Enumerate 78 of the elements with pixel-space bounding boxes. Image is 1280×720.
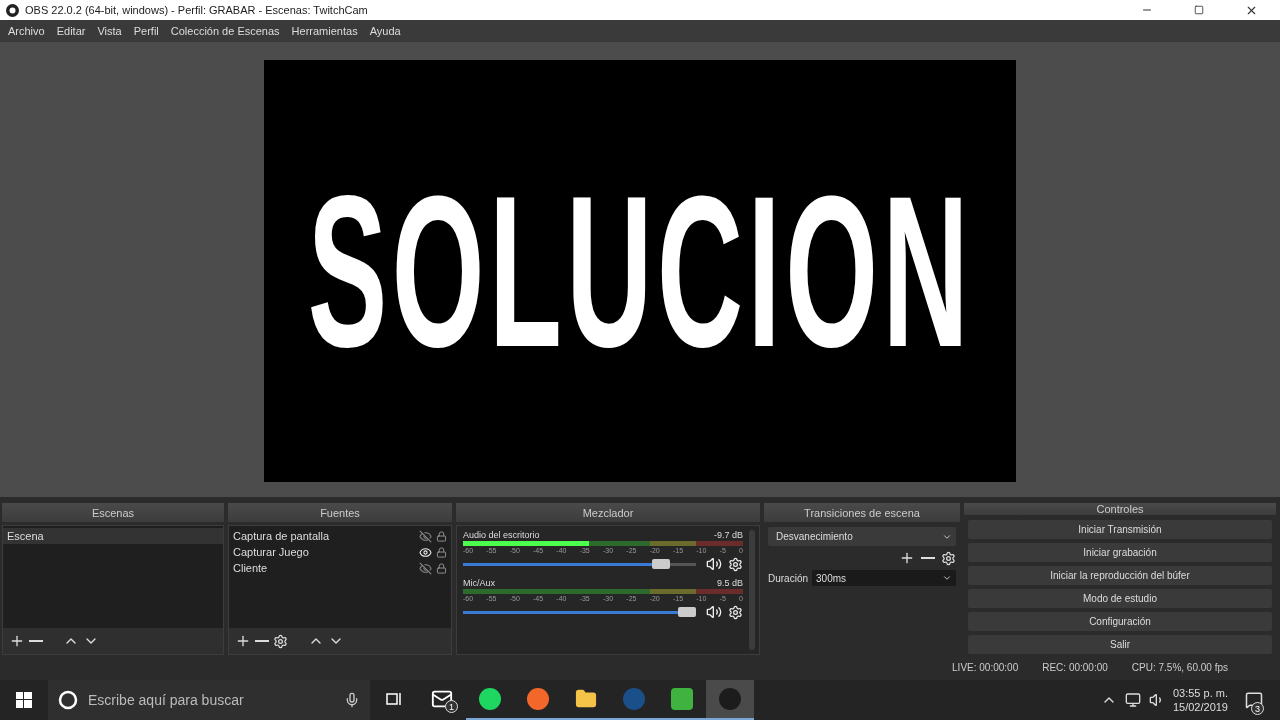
source-name[interactable]: Captura de pantalla bbox=[233, 530, 419, 542]
minus-icon bbox=[29, 640, 43, 642]
scene-item[interactable]: Escena bbox=[3, 528, 223, 544]
window-title: OBS 22.0.2 (64-bit, windows) - Perfil: GRABAR - Escenas: TwitchCam bbox=[25, 4, 369, 16]
folder-icon bbox=[575, 688, 597, 710]
eye-slash-icon[interactable] bbox=[419, 529, 432, 543]
channel-name: Audio del escritorio bbox=[463, 530, 540, 540]
cpu-status: CPU: 7.5%, 60.00 fps bbox=[1131, 662, 1228, 673]
control-button[interactable]: Salir bbox=[968, 635, 1272, 654]
circle-icon bbox=[527, 688, 549, 710]
menu-item[interactable]: Herramientas bbox=[285, 25, 364, 37]
dock-header: Transiciones de escena bbox=[764, 503, 960, 522]
source-name[interactable]: Cliente bbox=[233, 562, 419, 574]
dock-header: Escenas bbox=[2, 503, 224, 522]
control-button[interactable]: Iniciar grabación bbox=[968, 543, 1272, 562]
microphone-icon bbox=[344, 692, 360, 708]
task-view-icon bbox=[385, 691, 403, 707]
clock[interactable]: 03:55 p. m. 15/02/2019 bbox=[1172, 686, 1228, 714]
channel-reading: 9.5 dB bbox=[716, 578, 743, 588]
control-button[interactable]: Iniciar Transmisión bbox=[968, 520, 1272, 539]
menu-item[interactable]: Vista bbox=[91, 25, 128, 37]
transition-select[interactable]: Desvanecimiento bbox=[768, 527, 956, 546]
overlay-text: SOLUCION bbox=[307, 163, 973, 379]
dock-header: Mezclador bbox=[456, 503, 760, 522]
add-button[interactable] bbox=[899, 550, 915, 566]
mail-icon bbox=[431, 688, 453, 710]
menu-item[interactable]: Colección de Escenas bbox=[164, 25, 286, 37]
eye-slash-icon[interactable] bbox=[419, 561, 432, 575]
menu-item[interactable]: Editar bbox=[50, 25, 92, 37]
channel-reading: -9.7 dB bbox=[713, 530, 743, 540]
control-button[interactable]: Iniciar la reproducción del búfer bbox=[968, 566, 1272, 585]
minus-icon bbox=[921, 557, 935, 559]
lock-icon[interactable] bbox=[436, 562, 447, 574]
dock-header: Fuentes bbox=[228, 503, 452, 522]
lock-icon[interactable] bbox=[436, 530, 447, 542]
live-status: LIVE: 00:00:00 bbox=[952, 662, 1019, 673]
circle-icon bbox=[719, 688, 741, 710]
duration-field[interactable]: 300ms bbox=[812, 570, 956, 586]
plus-icon bbox=[899, 550, 915, 566]
settings-icon[interactable] bbox=[728, 604, 743, 620]
dock-header: Controles bbox=[964, 503, 1276, 515]
speaker-icon[interactable] bbox=[706, 556, 722, 572]
rec-status: REC: 00:00:00 bbox=[1042, 662, 1108, 673]
eye-icon[interactable] bbox=[419, 545, 432, 559]
minus-icon bbox=[255, 640, 269, 642]
settings-button[interactable] bbox=[941, 550, 956, 566]
speaker-icon[interactable] bbox=[706, 604, 722, 620]
menu-item[interactable]: Ayuda bbox=[363, 25, 407, 37]
notification-badge: 3 bbox=[1251, 702, 1264, 715]
app-badge: 1 bbox=[445, 700, 458, 713]
add-button[interactable] bbox=[235, 633, 251, 649]
menu-item[interactable]: Perfil bbox=[127, 25, 165, 37]
search-field[interactable]: Escribe aquí para buscar bbox=[48, 680, 370, 720]
taskbar-app[interactable] bbox=[706, 680, 754, 720]
control-button[interactable]: Modo de estudio bbox=[968, 589, 1272, 608]
duration-label: Duración bbox=[768, 572, 809, 584]
circle-icon bbox=[623, 688, 645, 710]
lock-icon[interactable] bbox=[436, 546, 447, 558]
plus-icon bbox=[9, 633, 25, 649]
notification-button[interactable]: 3 bbox=[1236, 680, 1272, 720]
settings-icon bbox=[941, 550, 956, 566]
source-name[interactable]: Capturar Juego bbox=[233, 546, 419, 558]
control-button[interactable]: Configuración bbox=[968, 612, 1272, 631]
channel-name: Mic/Aux bbox=[463, 578, 495, 588]
square-icon bbox=[671, 688, 693, 710]
settings-icon[interactable] bbox=[728, 556, 743, 572]
plus-icon bbox=[235, 633, 251, 649]
chevron-down-icon bbox=[942, 573, 952, 583]
add-button[interactable] bbox=[9, 633, 25, 649]
maximize-icon bbox=[1194, 5, 1204, 15]
circle-icon bbox=[479, 688, 501, 710]
settings-icon bbox=[273, 633, 288, 649]
menu-item[interactable]: Archivo bbox=[2, 25, 51, 37]
circle-icon bbox=[58, 690, 78, 710]
taskbar-app[interactable]: 1 bbox=[418, 680, 466, 720]
logo-icon bbox=[6, 3, 19, 17]
windows-icon bbox=[16, 692, 32, 708]
settings-button[interactable] bbox=[273, 633, 288, 649]
